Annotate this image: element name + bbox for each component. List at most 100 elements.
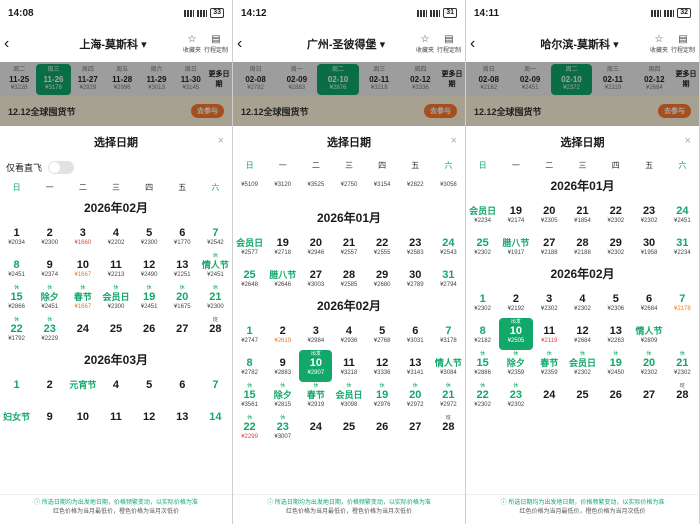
day-cell[interactable]: 3 ¥2984 [299,318,332,350]
day-cell[interactable]: 休 19 ¥2976 [366,382,399,414]
day-cell[interactable]: 休 21 ¥2300 [199,284,232,316]
day-cell[interactable]: 19 ¥2174 [499,198,532,230]
calendar-body[interactable]: 日一二三四五六 2026年01月 会员日 ¥2234 19 ¥2174 20 ¥2305 21 ¥… [466,156,699,494]
day-cell[interactable]: 29 ¥2680 [366,262,399,294]
day-cell[interactable]: 14 [199,404,232,436]
route-title[interactable]: 哈尔滨-莫斯科 ▾ [484,36,647,52]
day-cell[interactable]: 2 ¥2192 [499,286,532,318]
day-cell[interactable]: 班 28 [432,414,465,446]
day-cell[interactable]: 8 ¥2782 [233,350,266,382]
day-cell[interactable]: 25 [332,414,365,446]
day-cell[interactable]: 7 ¥2542 [199,220,232,252]
day-cell[interactable]: 27 ¥3003 [299,262,332,294]
day-cell[interactable]: 27 [399,414,432,446]
day-cell[interactable]: 2 [33,372,66,404]
day-cell[interactable]: 31 ¥2794 [432,262,465,294]
close-icon[interactable]: × [685,126,691,158]
day-cell[interactable]: 休 20 ¥2302 [632,350,665,382]
day-cell[interactable]: 3 ¥2302 [533,286,566,318]
day-cell[interactable]: 22 ¥2302 [599,198,632,230]
day-cell[interactable]: 休会员日 ¥2300 [99,284,132,316]
day-cell[interactable]: 27 [632,382,665,414]
day-cell[interactable]: 21 ¥1854 [566,198,599,230]
day-cell[interactable]: 5 ¥2300 [133,220,166,252]
day-cell[interactable]: 9 [33,404,66,436]
day-cell[interactable]: 休春节 ¥2919 [299,382,332,414]
day-cell[interactable]: 22 ¥2555 [366,230,399,262]
back-icon[interactable]: ‹ [470,35,484,53]
day-cell[interactable]: 妇女节 [0,404,33,436]
day-cell[interactable]: 9 ¥2883 [266,350,299,382]
day-cell[interactable]: 12 ¥2684 [566,318,599,350]
day-cell[interactable]: 11 ¥2119 [533,318,566,350]
day-cell[interactable]: 休 19 ¥2450 [599,350,632,382]
day-cell[interactable]: 11 [99,404,132,436]
day-cell[interactable]: 21 ¥2557 [332,230,365,262]
favorites-button[interactable]: ☆ 收藏夹 [180,34,204,54]
day-cell[interactable]: 19 ¥2718 [266,230,299,262]
day-cell[interactable]: 7 ¥2178 [666,286,699,318]
day-cell[interactable]: 会员日 ¥2234 [466,198,499,230]
day-cell[interactable]: 3 ¥1660 [66,220,99,252]
day-cell[interactable]: 6 ¥2684 [632,286,665,318]
day-cell[interactable]: 4 ¥2302 [566,286,599,318]
day-cell[interactable]: 10 [66,404,99,436]
day-cell[interactable]: 1 ¥2034 [0,220,33,252]
day-cell[interactable]: 25 ¥2648 [233,262,266,294]
day-cell[interactable]: 31 ¥2234 [666,230,699,262]
toggle-switch[interactable] [48,160,75,174]
day-cell[interactable]: 休除夕 ¥2451 [33,284,66,316]
day-cell[interactable]: 20 ¥2946 [299,230,332,262]
itinerary-button[interactable]: ▤ 行程定制 [671,34,695,54]
day-cell[interactable]: 27 ¥2188 [533,230,566,262]
day-cell[interactable]: 休情人节 ¥2451 [199,252,232,284]
day-cell[interactable]: 28 ¥2585 [332,262,365,294]
day-cell[interactable]: 休 20 ¥2972 [399,382,432,414]
day-cell[interactable]: 腊八节 ¥2646 [266,262,299,294]
day-cell[interactable]: 24 [533,382,566,414]
day-cell[interactable]: 元宵节 [66,372,99,404]
day-cell[interactable]: 4 [99,372,132,404]
day-cell[interactable]: 休 22 ¥2302 [466,382,499,414]
day-cell[interactable]: 6 ¥1770 [166,220,199,252]
direct-only-toggle[interactable]: 仅看直飞 [0,156,232,178]
day-cell[interactable]: 休春节 ¥1667 [66,284,99,316]
day-cell[interactable]: 11 ¥2213 [99,252,132,284]
day-cell[interactable]: 情人节 ¥2809 [632,318,665,350]
day-cell[interactable]: 休 23 ¥3007 [266,414,299,446]
day-cell[interactable]: 24 [299,414,332,446]
day-cell[interactable]: 1 ¥2302 [466,286,499,318]
day-cell[interactable]: 13 ¥2263 [599,318,632,350]
day-cell[interactable]: 23 ¥2583 [399,230,432,262]
day-cell[interactable]: 13 ¥2251 [166,252,199,284]
day-cell[interactable]: 班 28 [666,382,699,414]
day-cell[interactable]: 29 ¥2302 [599,230,632,262]
day-cell[interactable]: 9 ¥2374 [33,252,66,284]
day-cell[interactable]: 12 [133,404,166,436]
day-cell[interactable]: 11 ¥3218 [332,350,365,382]
day-cell[interactable]: 24 ¥2451 [666,198,699,230]
day-cell[interactable]: 8 ¥2451 [0,252,33,284]
day-cell[interactable]: 5 [133,372,166,404]
day-cell[interactable]: 8 ¥2182 [466,318,499,350]
day-cell[interactable]: 会员日 ¥2577 [233,230,266,262]
day-cell[interactable]: 1 ¥2747 [233,318,266,350]
favorites-button[interactable]: ☆ 收藏夹 [413,34,437,54]
day-cell[interactable]: 6 [166,372,199,404]
day-cell[interactable]: 10 ¥1667 [66,252,99,284]
day-cell[interactable]: 25 [566,382,599,414]
day-cell[interactable]: 25 ¥2302 [466,230,499,262]
calendar-body[interactable]: 仅看直飞日一二三四五六 2026年02月 1 ¥2034 2 ¥2300 3 ¥1660 4 ¥2… [0,156,232,494]
day-cell[interactable]: 23 ¥2302 [632,198,665,230]
day-cell[interactable]: 5 ¥2306 [599,286,632,318]
day-cell[interactable]: 出发 10 ¥2907 [299,350,333,382]
day-cell[interactable]: 2 ¥2619 [266,318,299,350]
day-cell[interactable]: 26 [133,316,166,348]
day-cell[interactable]: 休 15 ¥2886 [466,350,499,382]
day-cell[interactable]: 25 [99,316,132,348]
day-cell[interactable]: 休 23 ¥2229 [33,316,66,348]
day-cell[interactable]: 休 20 ¥1675 [166,284,199,316]
day-cell[interactable]: 12 ¥3336 [366,350,399,382]
back-icon[interactable]: ‹ [237,35,251,53]
day-cell[interactable]: 休 21 ¥2302 [666,350,699,382]
